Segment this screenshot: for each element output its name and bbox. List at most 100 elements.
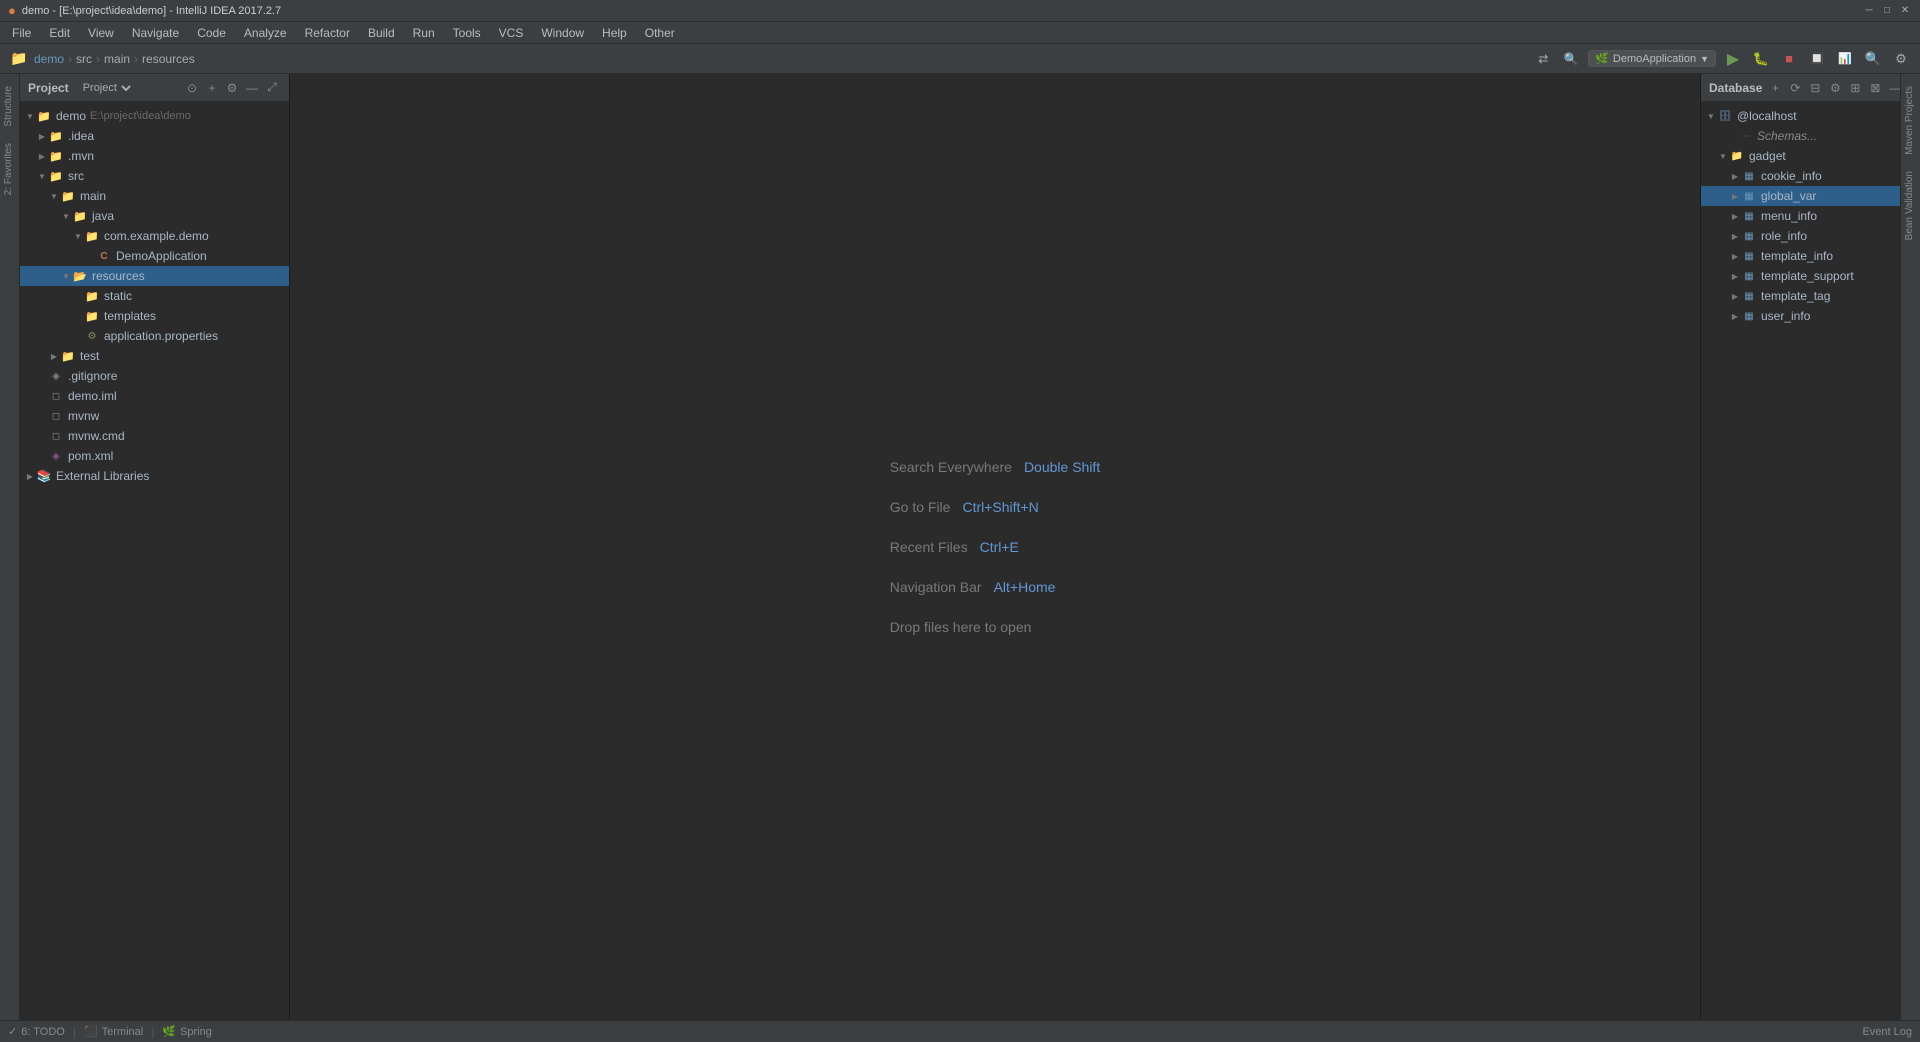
db-add-btn[interactable]: + (1766, 79, 1784, 97)
db-item-localhost[interactable]: 🗄 @localhost (1701, 106, 1900, 126)
db-item-global-var[interactable]: ▦ global_var (1701, 186, 1900, 206)
db-arrow-user-info (1729, 310, 1741, 322)
menu-file[interactable]: File (4, 24, 39, 42)
tree-item-templates[interactable]: 📁 templates (20, 306, 289, 326)
panel-scroll-from-source-btn[interactable]: ⊙ (183, 79, 201, 97)
toolbar-sync-btn[interactable]: ⇄ (1532, 48, 1554, 70)
tree-item-static[interactable]: 📁 static (20, 286, 289, 306)
title-bar-text: demo - [E:\project\idea\demo] - IntelliJ… (22, 5, 281, 17)
breadcrumb-src[interactable]: src (76, 52, 92, 66)
tree-item-idea[interactable]: 📁 .idea (20, 126, 289, 146)
menu-edit[interactable]: Edit (41, 24, 78, 42)
tree-item-pom-xml[interactable]: ◈ pom.xml (20, 446, 289, 466)
tree-item-java[interactable]: 📁 java (20, 206, 289, 226)
menu-run[interactable]: Run (405, 24, 443, 42)
db-table-btn[interactable]: ⊠ (1866, 79, 1884, 97)
run-config-dropdown-icon[interactable]: ▼ (1700, 54, 1709, 64)
panel-expand-btn[interactable]: ⤢ (263, 79, 281, 97)
toolbar-settings-btn[interactable]: ⚙ (1890, 48, 1912, 70)
tree-arrow-mvn-dir (36, 150, 48, 162)
ext-libs-icon: 📚 (36, 468, 52, 484)
menu-other[interactable]: Other (637, 24, 683, 42)
structure-tab[interactable]: Structure (0, 78, 19, 135)
title-bar-controls[interactable]: ─ □ ✕ (1862, 4, 1912, 18)
folder-icon-idea: 📁 (48, 128, 64, 144)
tree-item-package[interactable]: 📁 com.example.demo (20, 226, 289, 246)
db-item-menu-info[interactable]: ▦ menu_info (1701, 206, 1900, 226)
db-item-gadget[interactable]: 📁 gadget (1701, 146, 1900, 166)
run-button[interactable]: ▶ (1722, 48, 1744, 70)
db-arrow-localhost (1705, 110, 1717, 122)
db-settings-btn[interactable]: ⚙ (1826, 79, 1844, 97)
db-label-user-info: user_info (1761, 309, 1810, 323)
bean-validation-tab[interactable]: Bean Validation (1901, 163, 1920, 248)
menu-refactor[interactable]: Refactor (297, 24, 358, 42)
menu-build[interactable]: Build (360, 24, 403, 42)
tree-item-test[interactable]: 📁 test (20, 346, 289, 366)
status-terminal[interactable]: ⬛ Terminal (84, 1025, 143, 1038)
tree-item-main[interactable]: 📁 main (20, 186, 289, 206)
db-item-user-info[interactable]: ▦ user_info (1701, 306, 1900, 326)
panel-collapse-btn[interactable]: + (203, 79, 221, 97)
close-button[interactable]: ✕ (1898, 4, 1912, 18)
panel-gear-btn[interactable]: ⚙ (223, 79, 241, 97)
menu-analyze[interactable]: Analyze (236, 24, 295, 42)
db-layout-btn[interactable]: ⊞ (1846, 79, 1864, 97)
db-item-template-info[interactable]: ▦ template_info (1701, 246, 1900, 266)
tree-item-demo[interactable]: 📁 demo E:\project\idea\demo (20, 106, 289, 126)
menu-help[interactable]: Help (594, 24, 635, 42)
maximize-button[interactable]: □ (1880, 4, 1894, 18)
tree-item-gitignore[interactable]: ◈ .gitignore (20, 366, 289, 386)
tree-arrow-package (72, 230, 84, 242)
status-event-log[interactable]: Event Log (1862, 1026, 1912, 1038)
coverage-button[interactable]: 🔲 (1806, 48, 1828, 70)
db-refresh-btn[interactable]: ⟳ (1786, 79, 1804, 97)
hint-goto-file-shortcut: Ctrl+Shift+N (962, 499, 1038, 515)
status-todo[interactable]: ✓ 6: TODO (8, 1025, 65, 1038)
db-item-schemas[interactable]: ⋯ Schemas... (1701, 126, 1900, 146)
project-view-selector[interactable]: Project (79, 81, 134, 95)
tree-item-demo-iml[interactable]: ◻ demo.iml (20, 386, 289, 406)
tree-item-resources[interactable]: 📂 resources (20, 266, 289, 286)
status-bar: ✓ 6: TODO | ⬛ Terminal | 🌿 Spring Event … (0, 1020, 1920, 1042)
tree-item-app-properties[interactable]: ⚙ application.properties (20, 326, 289, 346)
panel-hide-btn[interactable]: — (243, 79, 261, 97)
menu-window[interactable]: Window (533, 24, 592, 42)
panel-header-buttons: ⊙ + ⚙ — ⤢ (183, 79, 281, 97)
tree-arrow-ext-libs (24, 470, 36, 482)
status-spring[interactable]: 🌿 Spring (162, 1025, 212, 1038)
stop-button[interactable]: ■ (1778, 48, 1800, 70)
db-item-role-info[interactable]: ▦ role_info (1701, 226, 1900, 246)
breadcrumb-demo[interactable]: demo (34, 52, 64, 66)
db-item-cookie-info[interactable]: ▦ cookie_info (1701, 166, 1900, 186)
db-item-template-tag[interactable]: ▦ template_tag (1701, 286, 1900, 306)
tree-item-external-libs[interactable]: 📚 External Libraries (20, 466, 289, 486)
tree-item-mvn-dir[interactable]: 📁 .mvn (20, 146, 289, 166)
tree-label-demo-iml: demo.iml (68, 389, 117, 403)
db-filter-btn[interactable]: ⊟ (1806, 79, 1824, 97)
event-log-label: Event Log (1862, 1026, 1912, 1038)
toolbar-search-btn[interactable]: 🔍 (1862, 48, 1884, 70)
toolbar-search-everywhere-btn[interactable]: 🔍 (1560, 48, 1582, 70)
minimize-button[interactable]: ─ (1862, 4, 1876, 18)
favorites-tab[interactable]: 2: Favorites (0, 135, 19, 203)
tree-item-mvnw[interactable]: ◻ mvnw (20, 406, 289, 426)
toolbar-project-icon[interactable]: 📁 (8, 48, 30, 70)
tree-item-src[interactable]: 📁 src (20, 166, 289, 186)
tree-item-demo-application[interactable]: C DemoApplication (20, 246, 289, 266)
profiler-button[interactable]: 📊 (1834, 48, 1856, 70)
run-config-selector[interactable]: 🌿 DemoApplication ▼ (1588, 50, 1716, 67)
tree-item-mvnw-cmd[interactable]: ◻ mvnw.cmd (20, 426, 289, 446)
breadcrumb-main[interactable]: main (104, 52, 130, 66)
folder-icon-test: 📁 (60, 348, 76, 364)
breadcrumb-resources[interactable]: resources (142, 52, 195, 66)
table-icon-cookie-info: ▦ (1741, 168, 1757, 184)
menu-navigate[interactable]: Navigate (124, 24, 187, 42)
maven-projects-tab[interactable]: Maven Projects (1901, 78, 1920, 163)
menu-vcs[interactable]: VCS (491, 24, 532, 42)
menu-view[interactable]: View (80, 24, 122, 42)
debug-button[interactable]: 🐛 (1750, 48, 1772, 70)
menu-code[interactable]: Code (189, 24, 234, 42)
menu-tools[interactable]: Tools (445, 24, 489, 42)
db-item-template-support[interactable]: ▦ template_support (1701, 266, 1900, 286)
